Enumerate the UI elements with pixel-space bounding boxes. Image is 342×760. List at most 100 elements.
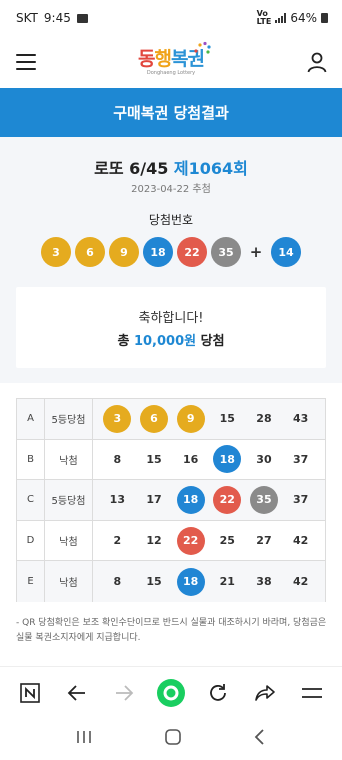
- battery-icon: [321, 13, 328, 23]
- ticket-number: 38: [256, 575, 272, 589]
- draw-round: 제1064회: [173, 159, 248, 178]
- winning-ball: 6: [75, 237, 105, 267]
- ticket-row: A 5등당첨 3 6 9 15 28 43: [17, 399, 325, 440]
- matched-number: 18: [213, 445, 242, 474]
- matched-number: 22: [176, 526, 205, 555]
- ticket-numbers: 8 15 18 21 38 42: [93, 567, 325, 596]
- back-icon[interactable]: [253, 728, 267, 750]
- carrier-label: SKT: [16, 11, 38, 25]
- matched-number: 35: [249, 485, 278, 514]
- matched-number: 9: [176, 404, 205, 433]
- site-header: 동행복권 Donghaeng Lottery: [0, 36, 342, 88]
- ticket-line-result: 5등당첨: [45, 399, 93, 439]
- battery-percent: 64%: [290, 11, 317, 25]
- back-arrow-icon[interactable]: [59, 675, 95, 711]
- draw-title: 로또 6/45 제1064회: [94, 159, 248, 178]
- ticket-number: 12: [146, 534, 162, 548]
- ticket-number: 13: [109, 493, 125, 507]
- ticket-line-label: C: [17, 480, 45, 520]
- page-title-banner: 구매복권 당첨결과: [0, 88, 342, 137]
- ticket-line-result: 낙첨: [45, 561, 93, 602]
- ticket-line-result: 낙첨: [45, 520, 93, 561]
- ticket-numbers: 3 6 9 15 28 43: [93, 404, 325, 433]
- ticket-number: 8: [113, 452, 122, 466]
- green-dot-icon[interactable]: [153, 675, 189, 711]
- naver-n-icon[interactable]: [12, 675, 48, 711]
- ticket-number: 15: [219, 412, 235, 426]
- ticket-row: E 낙첨 8 15 18 21 38 42: [17, 561, 325, 602]
- donghaeng-logo[interactable]: 동행복권 Donghaeng Lottery: [138, 41, 211, 76]
- ticket-number: 8: [113, 575, 122, 589]
- recent-apps-icon[interactable]: [75, 729, 93, 749]
- system-nav-bar: [0, 718, 342, 760]
- ticket-row: C 5등당첨 13 17 18 22 35 37: [17, 480, 325, 521]
- ticket-line-label: B: [17, 439, 45, 480]
- ticket-number: 15: [146, 575, 162, 589]
- winning-ball: 9: [109, 237, 139, 267]
- winning-ball: 18: [143, 237, 173, 267]
- share-icon[interactable]: [247, 675, 283, 711]
- congrats-text: 축하합니다!: [138, 311, 204, 326]
- user-account-icon[interactable]: [306, 51, 328, 73]
- forward-arrow-icon[interactable]: [106, 675, 142, 711]
- bonus-ball: 14: [271, 237, 301, 267]
- ticket-line-label: E: [17, 561, 45, 602]
- home-icon[interactable]: [164, 728, 182, 750]
- ticket-numbers: 2 12 22 25 27 42: [93, 526, 325, 555]
- ticket-row: D 낙첨 2 12 22 25 27 42: [17, 520, 325, 562]
- prize-amount: 10,000원: [133, 334, 197, 349]
- menu-lines-icon[interactable]: [294, 675, 330, 711]
- status-left: SKT 9:45: [16, 11, 88, 25]
- ticket-number: 16: [182, 452, 199, 466]
- ticket-row: B 낙첨 8 15 16 18 30 37: [17, 439, 325, 481]
- page-title: 구매복권 당첨결과: [113, 104, 229, 122]
- matched-number: 18: [176, 567, 205, 596]
- gallery-notification-icon: [76, 13, 88, 23]
- ticket-line-label: D: [17, 520, 45, 561]
- hamburger-menu-icon[interactable]: [16, 54, 36, 70]
- refresh-icon[interactable]: [200, 675, 236, 711]
- ticket-number: 37: [292, 493, 309, 507]
- ticket-line-label: A: [17, 399, 45, 439]
- logo-burst-icon: [194, 41, 211, 54]
- winning-ball: 35: [211, 237, 241, 267]
- ticket-number: 43: [292, 412, 309, 426]
- draw-date: 2023-04-22 추첨: [131, 184, 211, 195]
- ticket-line-result: 5등당첨: [45, 480, 93, 520]
- matched-number: 22: [213, 485, 242, 514]
- ticket-numbers: 8 15 16 18 30 37: [93, 445, 325, 474]
- qr-notice: - QR 당첨확인은 보조 확인수단이므로 반드시 실물과 대조하시기 바라며,…: [16, 618, 327, 643]
- clock: 9:45: [43, 11, 71, 25]
- ticket-number: 25: [219, 534, 235, 548]
- matched-number: 18: [176, 485, 205, 514]
- ticket-number: 21: [219, 575, 235, 589]
- draw-summary: 로또 6/45 제1064회 2023-04-22 추첨 당첨번호 3 6 9 18 2…: [0, 137, 342, 383]
- volte-icon: Vo LTE: [256, 9, 272, 26]
- prize-total: 총 10,000원 당첨: [117, 334, 225, 349]
- ticket-numbers: 13 17 18 22 35 37: [93, 485, 325, 514]
- matched-number: 3: [103, 404, 132, 433]
- ticket-number: 17: [146, 493, 162, 507]
- winning-ball: 22: [177, 237, 207, 267]
- ticket-number: 28: [256, 412, 272, 426]
- winning-numbers-label: 당첨번호: [148, 213, 194, 227]
- winning-ball: 3: [41, 237, 71, 267]
- matched-number: 6: [139, 404, 168, 433]
- ticket-number: 37: [292, 452, 309, 466]
- ticket-number: 30: [256, 452, 272, 466]
- result-card: 축하합니다! 총 10,000원 당첨: [16, 287, 326, 368]
- status-bar: SKT 9:45 Vo LTE 64%: [0, 0, 342, 36]
- ticket-lines-table: A 5등당첨 3 6 9 15 28 43 B 낙첨 8 15 16 18 30 37 C 5등당첨 13 17 18 2…: [16, 398, 326, 602]
- ticket-number: 15: [146, 452, 162, 466]
- bonus-plus-sign: +: [249, 243, 263, 261]
- winning-numbers: 3 6 9 18 22 35 +14: [0, 237, 342, 267]
- logo-subtitle: Donghaeng Lottery: [146, 69, 196, 76]
- ticket-line-result: 낙첨: [45, 439, 93, 480]
- signal-icon: [275, 13, 287, 23]
- status-right: Vo LTE 64%: [257, 10, 328, 26]
- ticket-number: 42: [292, 534, 309, 548]
- ticket-number: 42: [292, 575, 309, 589]
- ticket-number: 2: [113, 534, 122, 548]
- ticket-number: 27: [256, 534, 272, 548]
- browser-toolbar: [0, 666, 342, 718]
